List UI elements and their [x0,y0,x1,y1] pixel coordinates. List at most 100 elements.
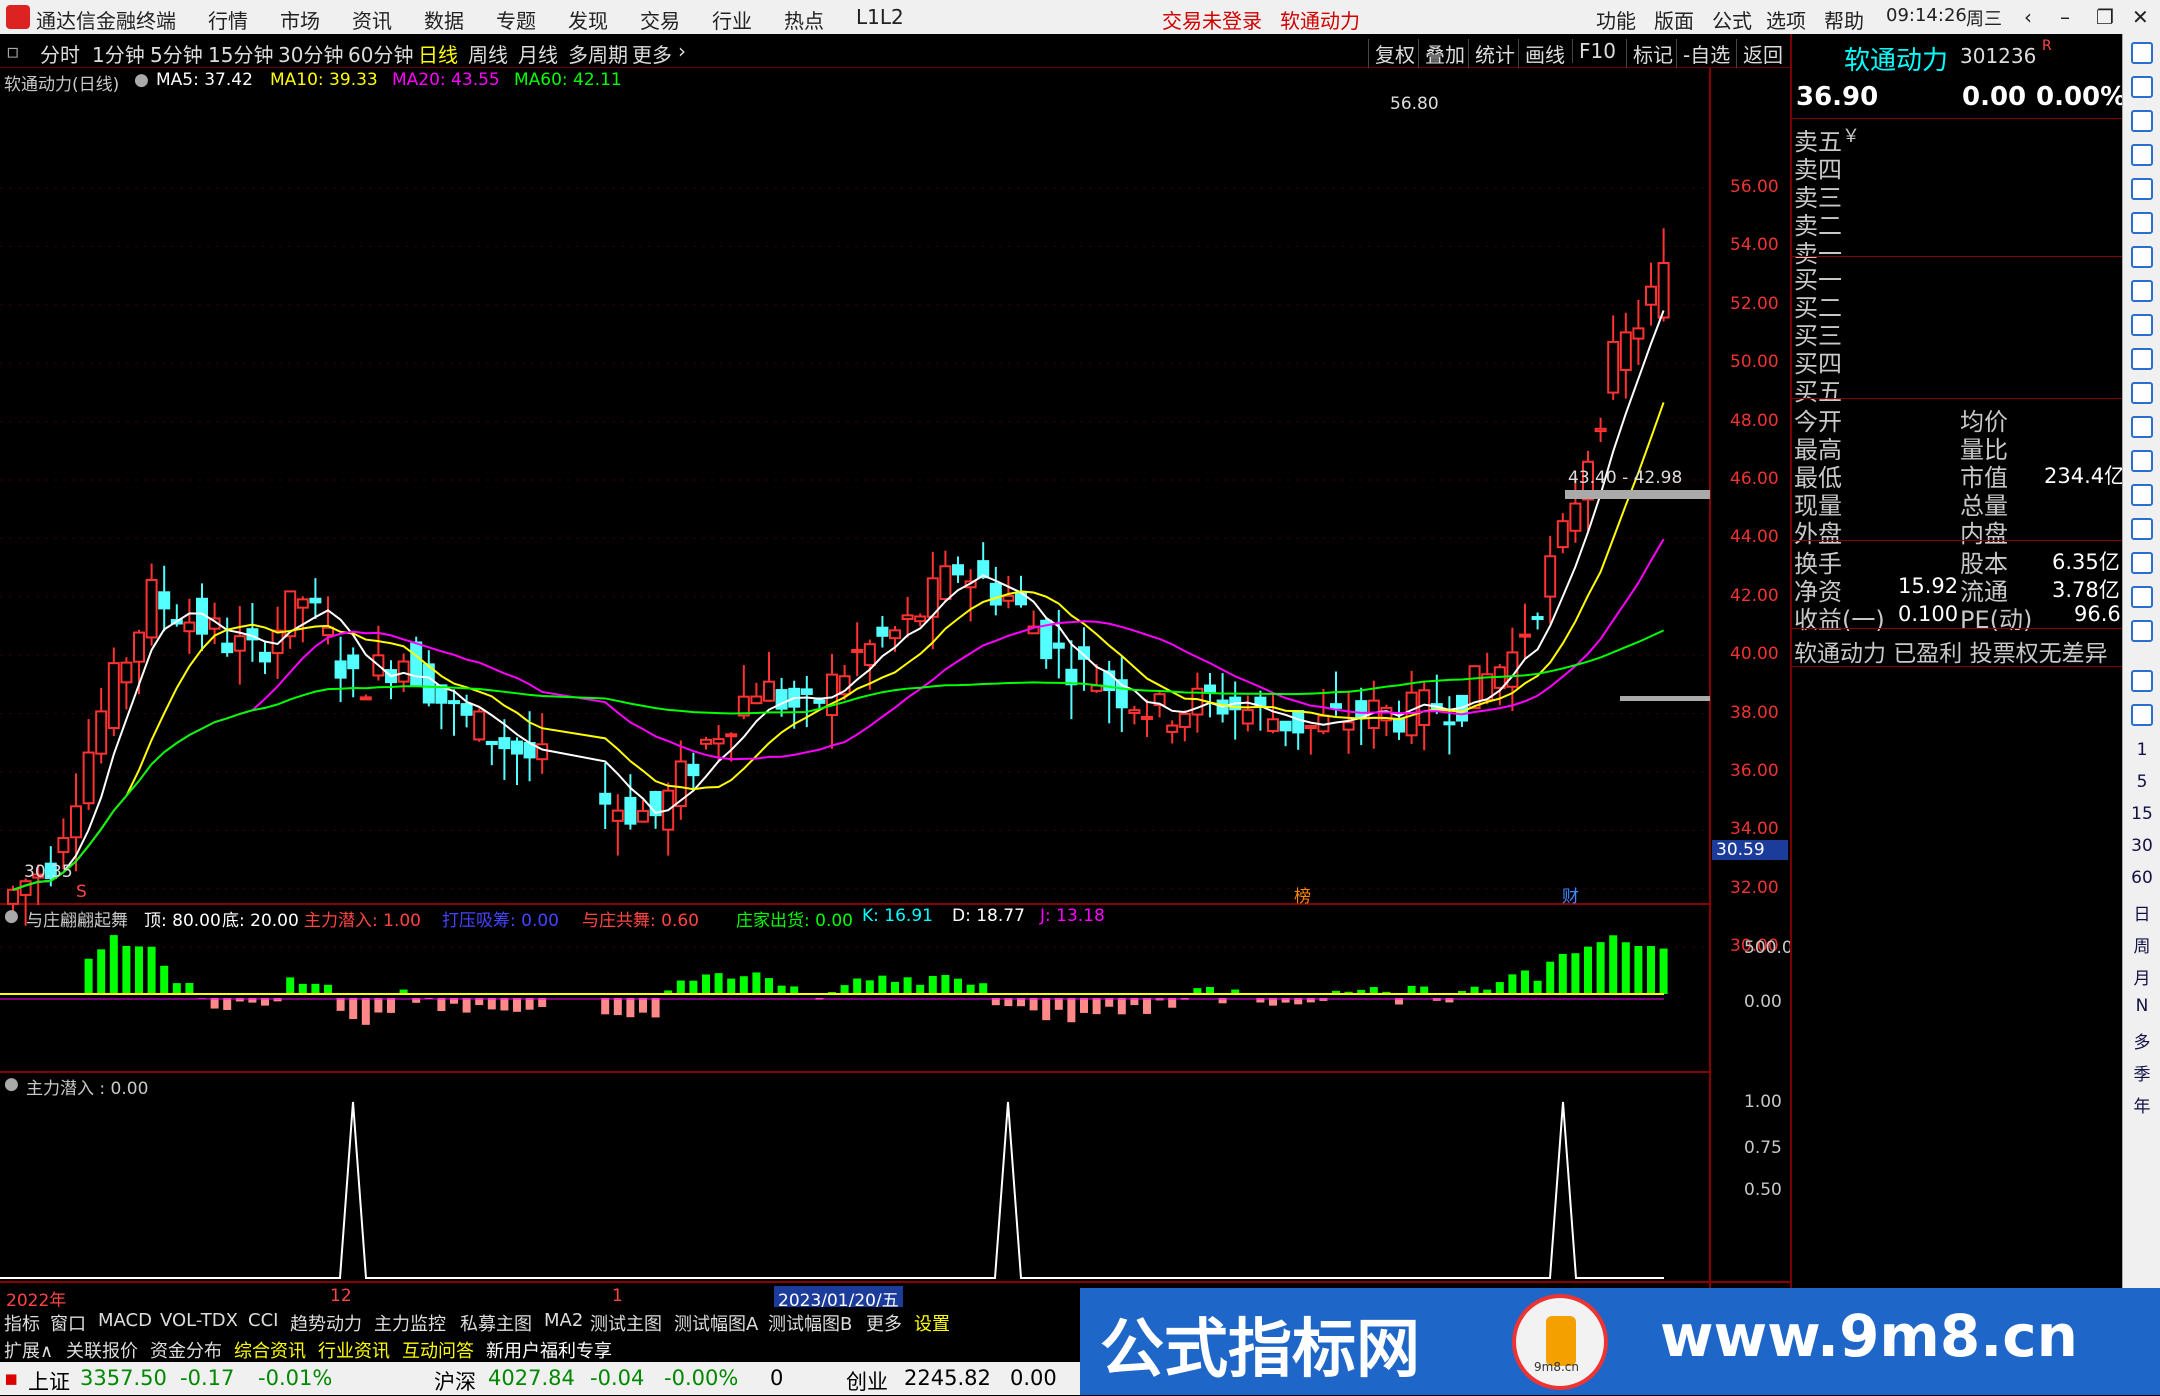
tool-move-icon[interactable] [2131,586,2153,608]
menu-gongneng[interactable]: 功能 [1596,5,1636,34]
tab-ma2[interactable]: MA2 [544,1310,583,1331]
tool-diejia[interactable]: 叠加 [1418,39,1465,68]
menu-shichang[interactable]: 市场 [280,5,320,34]
tool-fuquan[interactable]: 复权 [1368,39,1415,68]
menu-hangqing[interactable]: 行情 [208,5,248,34]
menu-l1l2[interactable]: L1L2 [856,5,904,29]
chevron-right-icon[interactable]: › [678,39,686,63]
vbar-5[interactable]: 5 [2123,772,2160,792]
period-weekly[interactable]: 周线 [468,39,508,68]
tool-biaoji[interactable]: 标记 [1626,39,1673,68]
tool-arrow-up-icon[interactable] [2131,76,2153,98]
ind2-settings-icon[interactable]: ● [4,1074,19,1094]
tool-arrow-down-icon[interactable] [2131,110,2153,132]
tab-settings[interactable]: 设置 [914,1310,950,1336]
status-hs-name[interactable]: 沪深 [434,1366,476,1396]
tab-hangye[interactable]: 行业资讯 [318,1337,390,1363]
tool-up-icon[interactable] [2131,42,2153,64]
vbar-15[interactable]: 15 [2123,804,2160,824]
menu-faxian[interactable]: 发现 [568,5,608,34]
tool-list-icon[interactable] [2131,144,2153,166]
tab-test-main[interactable]: 测试主图 [590,1310,662,1336]
bang-badge[interactable]: 榜 [1294,882,1311,907]
close-icon[interactable]: ✕ [2132,5,2149,29]
tool-rsi-icon[interactable] [2131,518,2153,540]
menu-zixun[interactable]: 资讯 [352,5,392,34]
minimize-icon[interactable]: – [2060,5,2070,29]
tab-extend[interactable]: 扩展∧ [4,1337,53,1363]
menu-jiaoyi[interactable]: 交易 [640,5,680,34]
tool-huaxian[interactable]: 画线 [1518,39,1565,68]
tool-f10[interactable]: F10 [1572,39,1616,63]
menu-gongshi[interactable]: 公式 [1712,5,1752,34]
tab-test-a[interactable]: 测试幅图A [674,1310,758,1336]
vbar-60[interactable]: 60 [2123,868,2160,888]
vbar-30[interactable]: 30 [2123,836,2160,856]
tool-tongji[interactable]: 统计 [1468,39,1515,68]
tool-f2-icon[interactable] [2131,416,2153,438]
status-sh-name[interactable]: 上证 [28,1366,70,1396]
tab-vol[interactable]: VOL-TDX [160,1310,238,1331]
tool-img-icon[interactable] [2131,704,2153,726]
chart-settings-icon[interactable]: ● [134,70,149,90]
menu-redian[interactable]: 热点 [784,5,824,34]
vbar-year[interactable]: 年 [2123,1092,2160,1117]
menu-bangzhu[interactable]: 帮助 [1824,5,1864,34]
menu-hangye[interactable]: 行业 [712,5,752,34]
tool-pen-icon[interactable] [2131,620,2153,642]
tab-more[interactable]: 更多 [866,1310,902,1336]
vbar-season[interactable]: 季 [2123,1060,2160,1085]
tool-gauge-icon[interactable] [2131,450,2153,472]
tab-test-b[interactable]: 测试幅图B [768,1310,852,1336]
tab-zijin[interactable]: 资金分布 [150,1337,222,1363]
tool-news-icon[interactable] [2131,348,2153,370]
ind1-settings-icon[interactable]: ● [4,906,19,926]
period-30min[interactable]: 30分钟 [278,39,343,68]
status-cy-name[interactable]: 创业 [846,1366,888,1396]
tool-fanhui[interactable]: 返回 [1736,39,1783,68]
period-1min[interactable]: 1分钟 [92,39,145,68]
menu-shuju[interactable]: 数据 [424,5,464,34]
collapse-icon[interactable]: ▫ [6,39,20,63]
tab-chuangkou[interactable]: 窗口 [50,1310,86,1336]
tab-zonghe[interactable]: 综合资讯 [234,1337,306,1363]
tool-zixuan[interactable]: -自选 [1676,39,1730,68]
vbar-1[interactable]: 1 [2123,740,2160,760]
s-badge[interactable]: S [76,882,87,902]
tab-hudong[interactable]: 互动问答 [402,1337,474,1363]
cai-badge[interactable]: 财 [1562,882,1579,907]
tab-simu[interactable]: 私募主图 [460,1310,532,1336]
tool-fs-icon[interactable] [2131,670,2153,692]
period-more[interactable]: 更多 [632,39,672,68]
tab-macd[interactable]: MACD [98,1310,152,1331]
period-fenshi[interactable]: 分时 [40,39,80,68]
period-60min[interactable]: 60分钟 [348,39,413,68]
tool-grid-icon[interactable] [2131,178,2153,200]
tab-cci[interactable]: CCI [248,1310,278,1331]
stock-notice[interactable]: 软通动力 已盈利 投票权无差异 [1794,634,2108,668]
vbar-multi[interactable]: 多 [2123,1028,2160,1053]
vbar-day[interactable]: 日 [2123,900,2160,925]
trade-login-status[interactable]: 交易未登录 [1162,5,1262,34]
menu-banmian[interactable]: 版面 [1654,5,1694,34]
vbar-n[interactable]: N [2123,996,2160,1016]
tab-qushi[interactable]: 趋势动力 [290,1310,362,1336]
tool-doc-icon[interactable] [2131,280,2153,302]
tab-guanlian[interactable]: 关联报价 [66,1337,138,1363]
menu-xuanxiang[interactable]: 选项 [1766,5,1806,34]
tab-newuser[interactable]: 新用户福利专享 [486,1337,612,1363]
tool-flag-icon[interactable] [2131,552,2153,574]
back-arrow-icon[interactable]: ‹ [2024,5,2032,29]
period-daily[interactable]: 日线 [418,39,458,68]
tool-kline-icon[interactable] [2131,246,2153,268]
tab-zhibiao[interactable]: 指标 [4,1310,40,1336]
tool-bars-icon[interactable] [2131,484,2153,506]
kline-chart[interactable] [0,68,1790,1288]
period-monthly[interactable]: 月线 [518,39,558,68]
vbar-month[interactable]: 月 [2123,964,2160,989]
period-5min[interactable]: 5分钟 [150,39,203,68]
tool-chart-icon[interactable] [2131,212,2153,234]
tab-zhulijiankong[interactable]: 主力监控 [374,1310,446,1336]
maximize-icon[interactable]: ❐ [2096,5,2114,29]
vbar-week[interactable]: 周 [2123,932,2160,957]
